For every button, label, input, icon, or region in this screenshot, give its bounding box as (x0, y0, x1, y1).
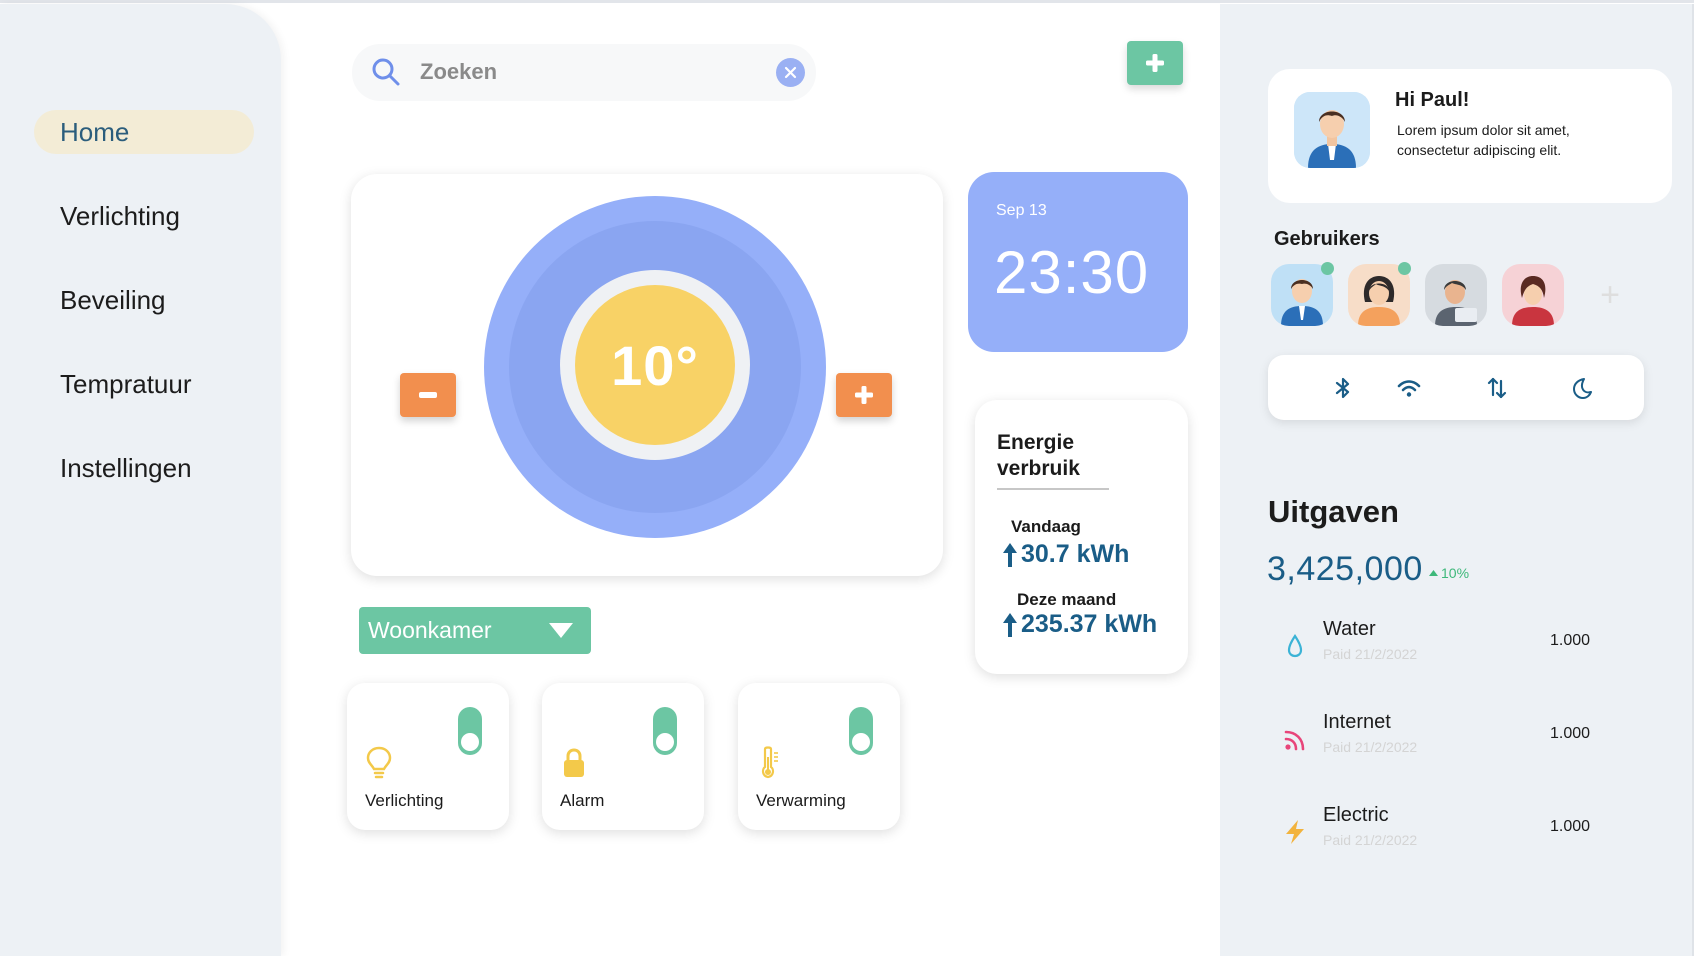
device-label: Verlichting (365, 791, 444, 810)
expense-amount: 1.000 (1550, 818, 1591, 835)
energy-today-text: 30.7 kWh (1021, 540, 1130, 568)
rss-icon (1284, 730, 1305, 751)
search-input[interactable] (420, 54, 720, 90)
device-card-alarm[interactable]: Alarm (542, 683, 704, 830)
energy-today-value: 30.7 kWh (1003, 540, 1129, 569)
users-title: Gebruikers (1274, 228, 1380, 250)
plus-icon (855, 386, 873, 404)
device-card-verwarming[interactable]: Verwarming (738, 683, 900, 830)
add-user-button[interactable]: + (1592, 276, 1628, 314)
toggle-knob (656, 733, 674, 751)
lightning-icon (1286, 820, 1304, 844)
online-status-dot (1321, 262, 1334, 275)
temperature-value: 10° (611, 333, 699, 397)
data-transfer-icon[interactable] (1484, 375, 1510, 401)
sidebar-item-home[interactable]: Home (34, 110, 254, 154)
device-label: Verwarming (756, 791, 846, 810)
greeting-text: Lorem ipsum dolor sit amet, consectetur … (1397, 122, 1570, 158)
expense-item-internet[interactable]: Internet Paid 21/2/2022 1.000 (1268, 711, 1628, 771)
bulb-icon (366, 746, 392, 779)
energy-month-label: Deze maand (1017, 590, 1117, 609)
user-avatar-3[interactable] (1425, 264, 1487, 326)
thermometer-icon (761, 746, 778, 779)
expenses-title: Uitgaven (1268, 494, 1399, 529)
clock-time: 23:30 (994, 239, 1150, 306)
moon-icon[interactable] (1568, 375, 1594, 401)
energy-title: Energie verbruik (997, 431, 1080, 480)
plus-icon (1146, 54, 1164, 72)
expense-name: Internet (1323, 711, 1391, 733)
expense-date: Paid 21/2/2022 (1323, 739, 1418, 755)
room-select[interactable]: Woonkamer (359, 607, 591, 654)
sidebar-item-instellingen[interactable]: Instellingen (34, 446, 254, 490)
arrow-up-icon (1003, 612, 1017, 637)
sidebar-item-beveiling[interactable]: Beveiling (34, 278, 254, 322)
online-status-dot (1398, 262, 1411, 275)
expenses-change: 10% (1429, 565, 1469, 581)
verlichting-toggle[interactable] (458, 707, 482, 755)
sidebar: Home Verlichting Beveiling Tempratuur In… (0, 4, 281, 956)
lock-icon (564, 748, 584, 777)
clear-search-button[interactable] (776, 58, 805, 87)
clock-card: Sep 13 23:30 (968, 172, 1188, 352)
expense-amount: 1.000 (1550, 632, 1591, 649)
energy-month-text: 235.37 kWh (1021, 610, 1158, 638)
expense-name: Water (1323, 618, 1376, 640)
expense-name: Electric (1323, 804, 1389, 826)
toggle-knob (461, 733, 479, 751)
user-avatar-4[interactable] (1502, 264, 1564, 326)
room-select-value: Woonkamer (368, 617, 492, 643)
greeting-title: Hi Paul! (1395, 89, 1470, 111)
expense-date: Paid 21/2/2022 (1323, 832, 1418, 848)
verwarming-toggle[interactable] (849, 707, 873, 755)
energy-divider (997, 488, 1109, 490)
energy-today-label: Vandaag (1011, 517, 1081, 536)
user-avatar-icon (1512, 276, 1554, 326)
decrease-temperature-button[interactable] (400, 373, 456, 417)
expenses-change-value: 10% (1441, 565, 1470, 581)
search-bar (352, 44, 816, 101)
caret-down-icon (549, 623, 573, 638)
clock-date: Sep 13 (996, 202, 1047, 219)
alarm-toggle[interactable] (653, 707, 677, 755)
energy-month-value: 235.37 kWh (1003, 610, 1157, 639)
search-icon (372, 58, 400, 86)
sidebar-item-verlichting[interactable]: Verlichting (34, 194, 254, 238)
device-card-verlichting[interactable]: Verlichting (347, 683, 509, 830)
triangle-up-icon (1429, 570, 1438, 576)
device-label: Alarm (560, 791, 605, 810)
wifi-icon[interactable] (1396, 375, 1422, 401)
water-drop-icon (1287, 634, 1303, 658)
minus-icon (419, 392, 437, 398)
expense-date: Paid 21/2/2022 (1323, 646, 1418, 662)
energy-card: Energie verbruik Vandaag 30.7 kWh Deze m… (975, 400, 1188, 674)
toggle-knob (852, 733, 870, 751)
increase-temperature-button[interactable] (836, 373, 892, 417)
top-divider (0, 0, 1694, 3)
expense-amount: 1.000 (1550, 725, 1591, 742)
user-avatar-icon (1294, 92, 1370, 168)
close-icon (784, 66, 797, 79)
expense-item-water[interactable]: Water Paid 21/2/2022 1.000 (1268, 618, 1628, 678)
arrow-up-icon (1003, 542, 1017, 567)
sidebar-item-tempratuur[interactable]: Tempratuur (34, 362, 254, 406)
expense-item-electric[interactable]: Electric Paid 21/2/2022 1.000 (1268, 804, 1628, 864)
thermostat-display: 10° (575, 285, 735, 445)
user-avatar-icon (1435, 280, 1477, 326)
expenses-total: 3,425,000 (1267, 550, 1423, 588)
avatar[interactable] (1294, 92, 1370, 168)
bluetooth-icon[interactable] (1330, 375, 1356, 401)
add-button[interactable] (1127, 41, 1183, 85)
